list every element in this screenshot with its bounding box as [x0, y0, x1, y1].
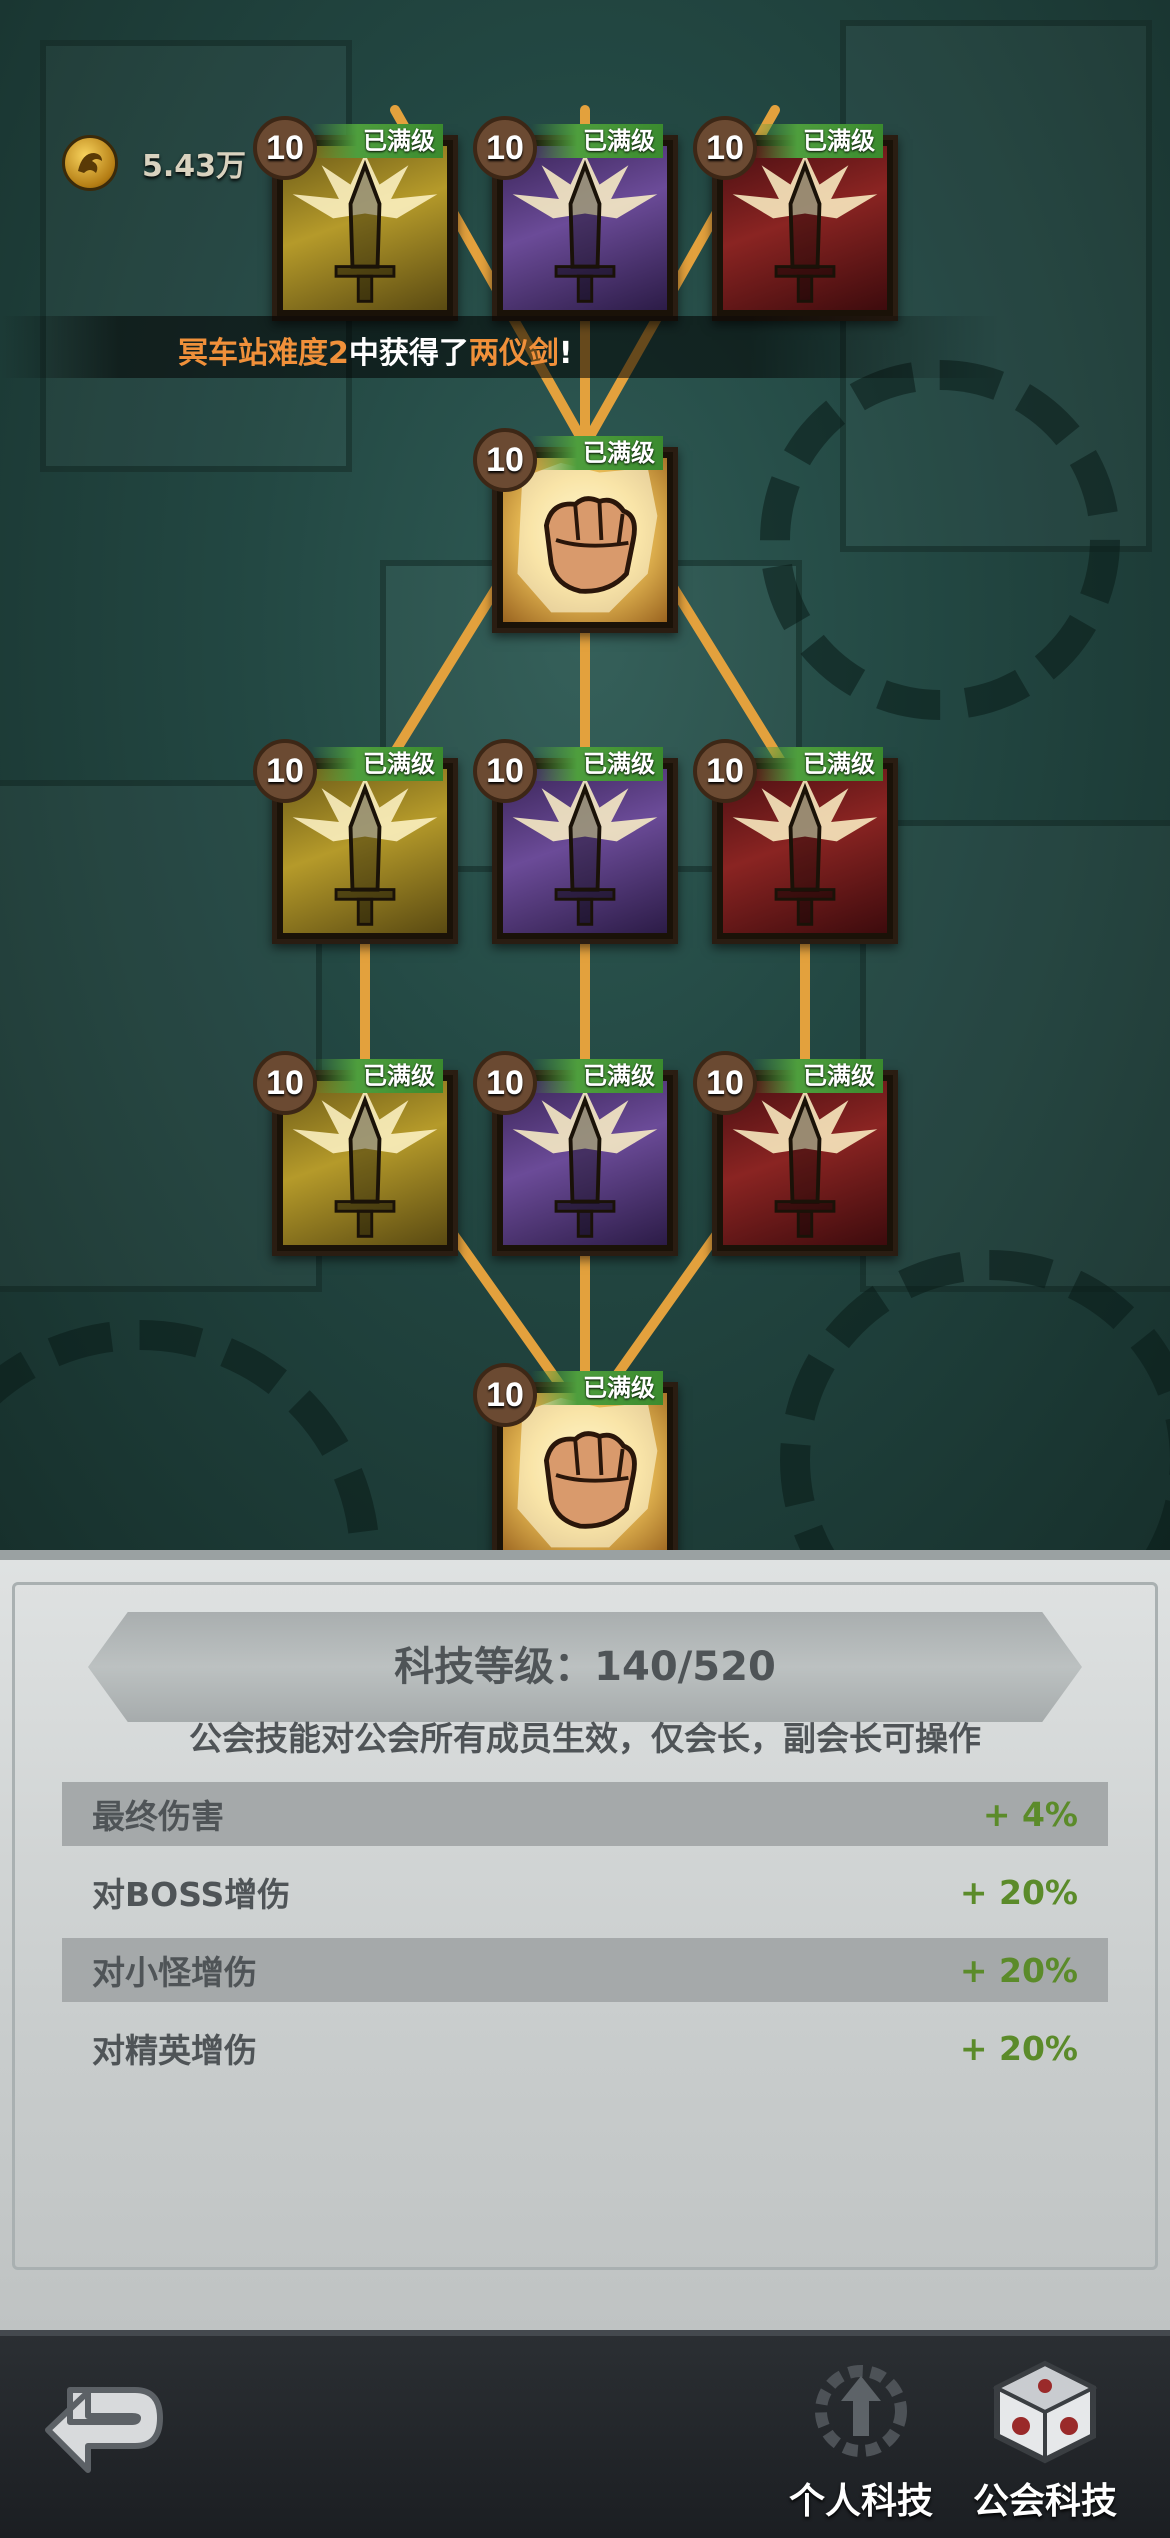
tech-node[interactable]: 已满级 10	[693, 116, 898, 321]
tech-node[interactable]: 已满级 10	[253, 116, 458, 321]
notification-suffix: !	[558, 336, 573, 371]
stat-row: 最终伤害 + 4%	[62, 1782, 1108, 1846]
currency-display: 5.43万	[62, 135, 246, 191]
tech-level-title: 科技等级：140/520	[394, 1644, 776, 1690]
drop-notification: 冥车站难度2中获得了两仪剑!	[0, 316, 1000, 378]
tab-guild-tech[interactable]: 公会科技	[960, 2356, 1130, 2524]
tech-node[interactable]: 已满级 10	[253, 1051, 458, 1256]
currency-value: 5.43万	[142, 149, 247, 184]
level-badge: 10	[253, 1051, 317, 1115]
max-level-badge: 已满级	[751, 124, 883, 158]
notification-item: 两仪剑	[468, 336, 559, 371]
tech-node[interactable]: 已满级 10	[473, 739, 678, 944]
max-level-badge: 已满级	[531, 1059, 663, 1093]
tech-description: 公会技能对公会所有成员生效，仅会长，副会长可操作	[189, 1719, 981, 1758]
back-arrow-icon	[45, 2387, 163, 2473]
bottom-bar: 个人科技 公会科技	[0, 2330, 1170, 2538]
max-level-badge: 已满级	[531, 124, 663, 158]
max-level-badge: 已满级	[531, 747, 663, 781]
stat-row: 对精英增伤 + 20%	[62, 2016, 1108, 2080]
stat-list: 最终伤害 + 4% 对BOSS增伤 + 20% 对小怪增伤 + 20% 对精英增…	[62, 1782, 1108, 2094]
notification-text: 冥车站难度2中获得了两仪剑!	[178, 328, 573, 372]
stat-value: + 20%	[959, 1872, 1078, 1912]
tech-node[interactable]: 已满级 10	[693, 739, 898, 944]
stat-name: 对精英增伤	[92, 2031, 257, 2070]
stat-row: 对BOSS增伤 + 20%	[62, 1860, 1108, 1924]
notification-middle: 中获得了	[348, 336, 469, 371]
level-badge: 10	[473, 1051, 537, 1115]
back-button[interactable]	[40, 2370, 170, 2490]
stat-row: 对小怪增伤 + 20%	[62, 1938, 1108, 2002]
level-badge: 10	[473, 116, 537, 180]
tech-info-panel: 科技等级：140/520 公会技能对公会所有成员生效，仅会长，副会长可操作 最终…	[0, 1550, 1170, 2330]
level-badge: 10	[473, 428, 537, 492]
level-badge: 10	[693, 1051, 757, 1115]
dragon-coin-icon	[62, 135, 118, 191]
tech-node[interactable]: 已满级 10	[693, 1051, 898, 1256]
max-level-badge: 已满级	[751, 1059, 883, 1093]
tech-node[interactable]: 已满级 10	[473, 428, 678, 633]
tech-node[interactable]: 已满级 10	[473, 1051, 678, 1256]
max-level-badge: 已满级	[751, 747, 883, 781]
max-level-badge: 已满级	[311, 747, 443, 781]
stat-name: 对BOSS增伤	[92, 1875, 291, 1914]
level-badge: 10	[253, 116, 317, 180]
level-badge: 10	[693, 116, 757, 180]
tab-personal-tech[interactable]: 个人科技	[776, 2356, 946, 2524]
stat-name: 最终伤害	[92, 1797, 224, 1836]
stat-value: + 4%	[982, 1794, 1078, 1834]
level-badge: 10	[693, 739, 757, 803]
max-level-badge: 已满级	[311, 124, 443, 158]
tab-label: 个人科技	[788, 2481, 933, 2522]
guild-tech-icon	[985, 2356, 1105, 2466]
level-badge: 10	[253, 739, 317, 803]
stat-name: 对小怪增伤	[92, 1953, 257, 1992]
tab-label: 公会科技	[972, 2481, 1117, 2522]
max-level-badge: 已满级	[531, 436, 663, 470]
stat-value: + 20%	[959, 1950, 1078, 1990]
level-badge: 10	[473, 739, 537, 803]
notification-stage: 冥车站难度2	[178, 336, 349, 371]
level-badge: 10	[473, 1363, 537, 1427]
max-level-badge: 已满级	[531, 1371, 663, 1405]
tech-node[interactable]: 已满级 10	[253, 739, 458, 944]
personal-tech-icon	[801, 2356, 921, 2466]
max-level-badge: 已满级	[311, 1059, 443, 1093]
stat-value: + 20%	[959, 2028, 1078, 2068]
tech-node[interactable]: 已满级 10	[473, 116, 678, 321]
tech-node[interactable]: 已满级 10	[473, 1363, 678, 1568]
